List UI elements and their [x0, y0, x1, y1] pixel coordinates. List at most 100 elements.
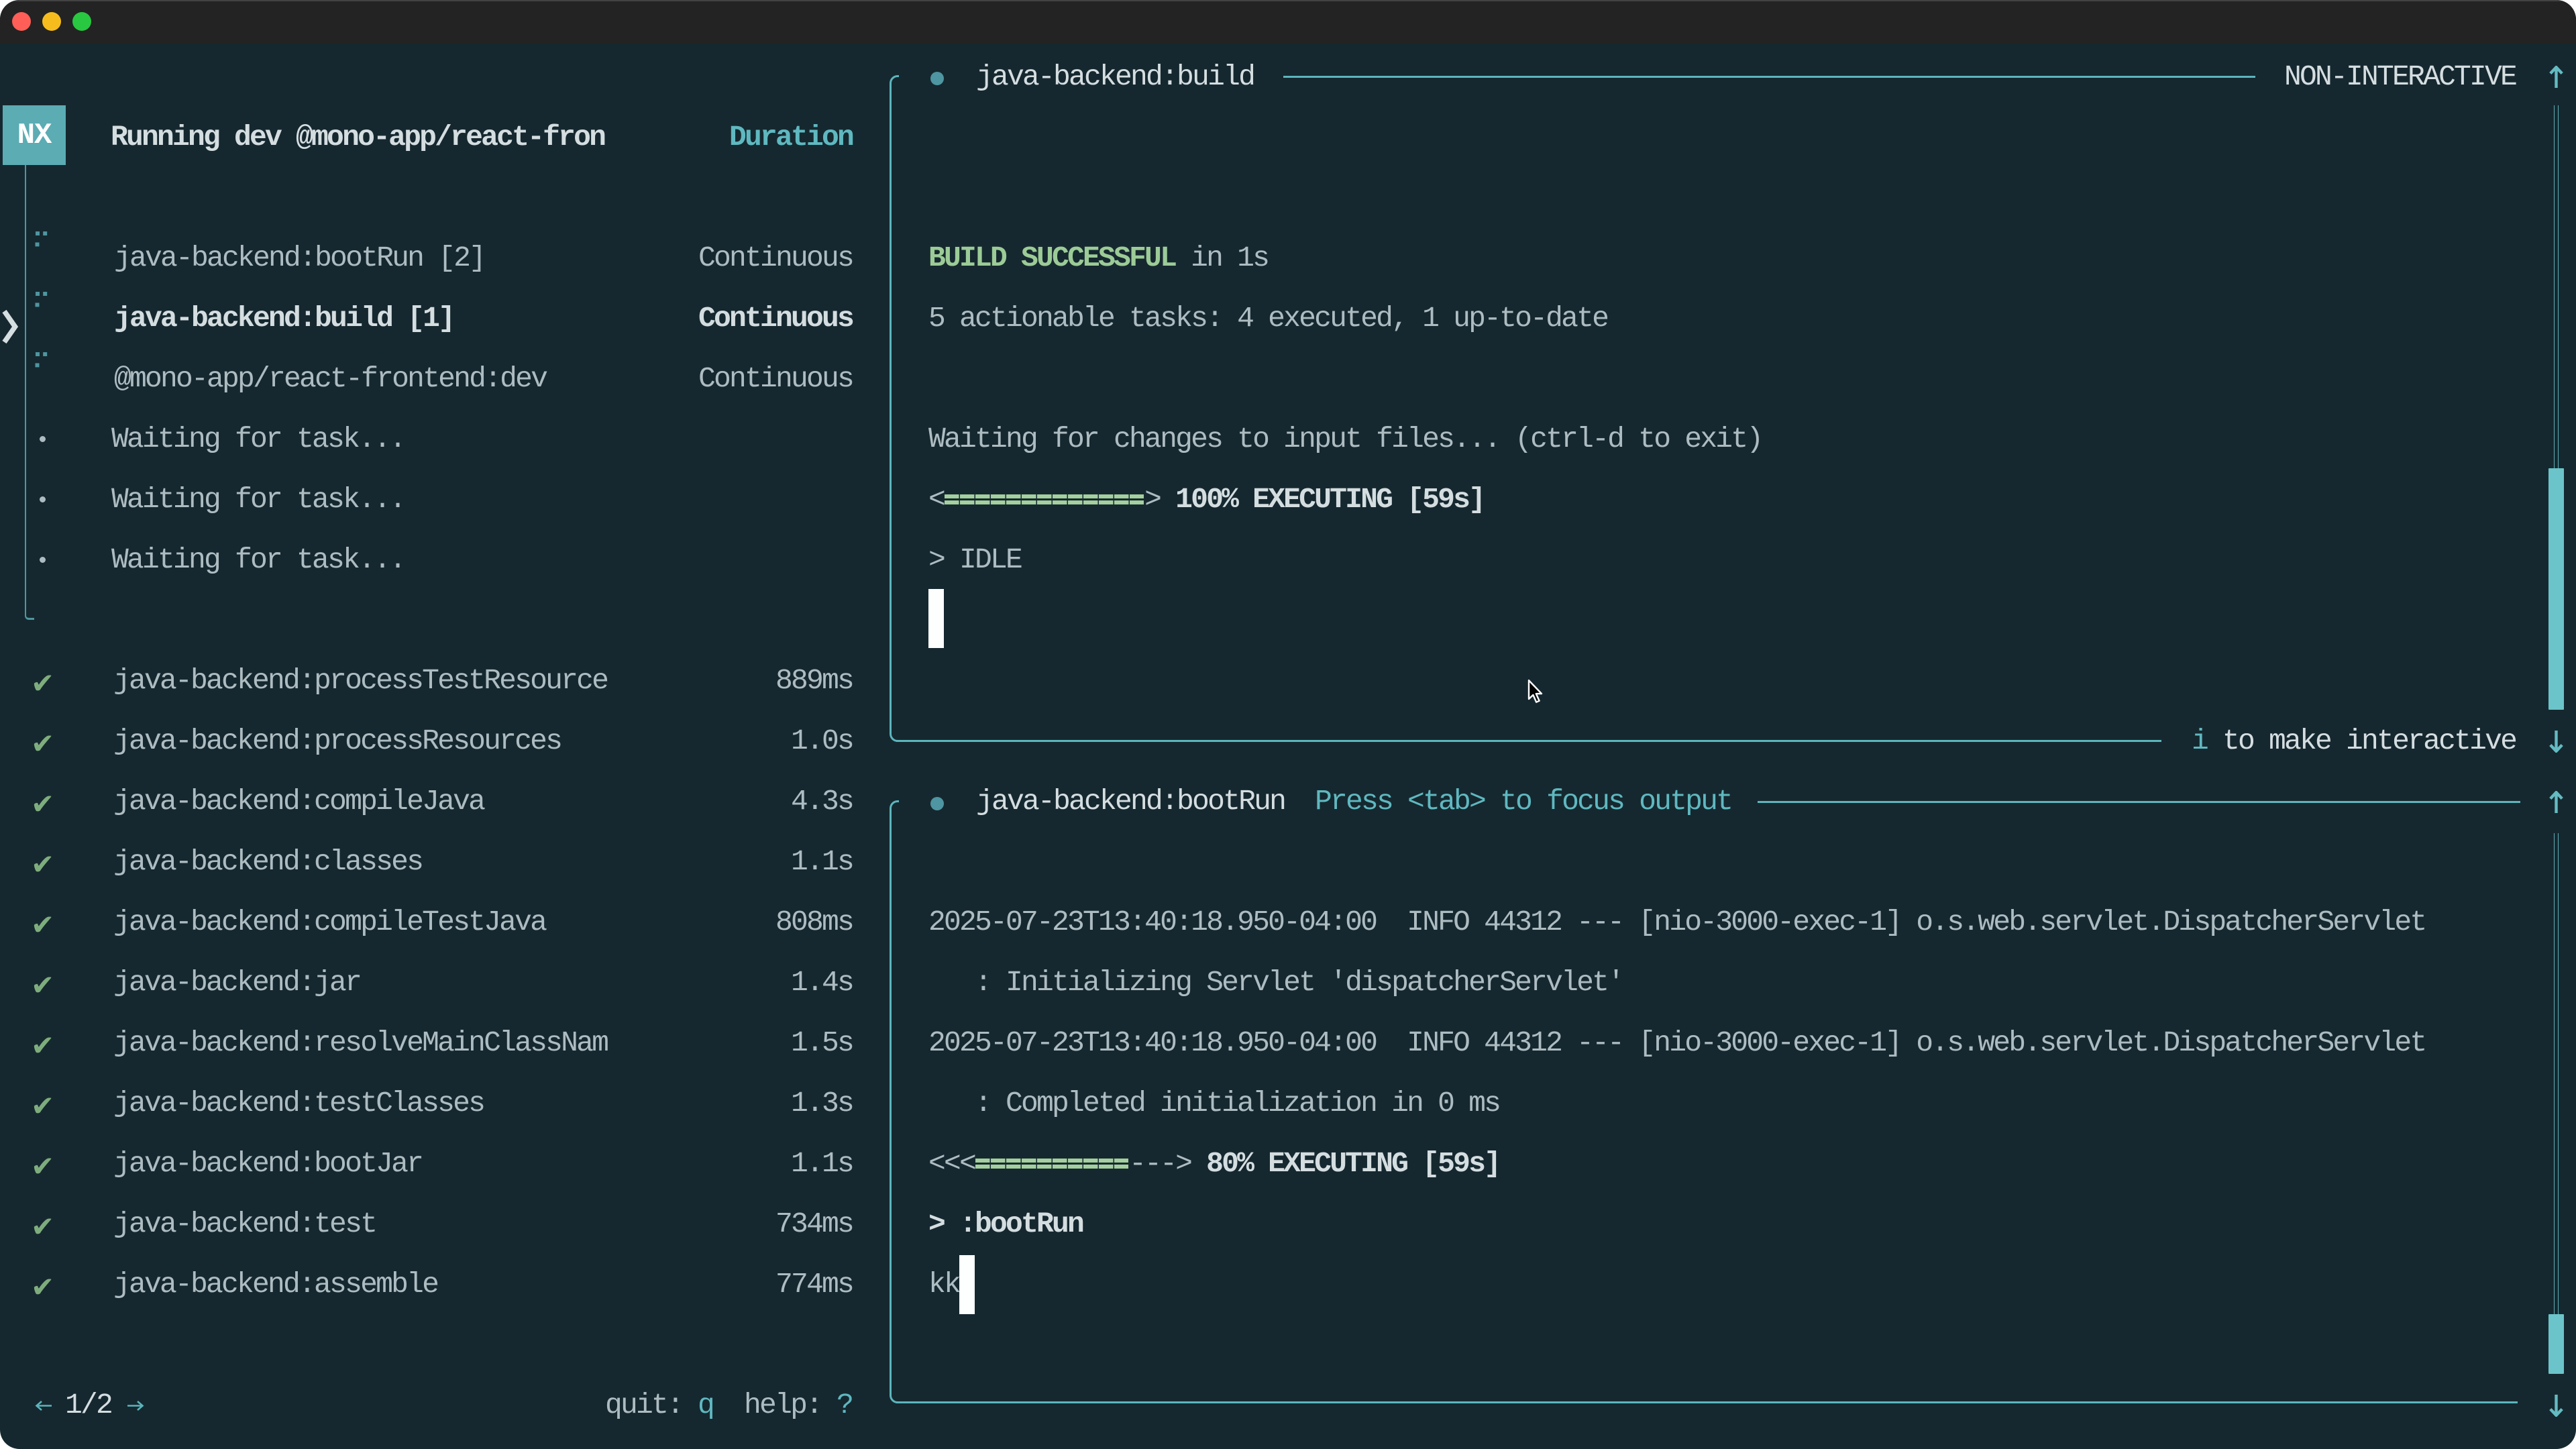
task-row[interactable]: java-backend:processTestResource — [113, 651, 607, 711]
check-icon: ✔ — [31, 955, 54, 1016]
task-row[interactable]: java-backend:compileJava — [113, 771, 484, 832]
log-line: 2025-07-23T13:40:18.950-04:00 INFO 44312… — [928, 1013, 2425, 1073]
task-status: Continuous — [698, 288, 853, 349]
task-row[interactable]: java-backend:resolveMainClassNam — [113, 1013, 607, 1073]
scrollbar-thumb[interactable] — [2548, 1314, 2564, 1374]
task-duration: 1.3s — [791, 1073, 853, 1134]
spinner-icon — [36, 231, 40, 235]
check-icon: ✔ — [31, 1136, 54, 1197]
page-indicator: 1/2 — [65, 1375, 111, 1436]
task-row-selected[interactable]: java-backend:build [1] — [114, 288, 453, 349]
scrollbar-track[interactable] — [2554, 833, 2559, 1314]
task-duration: 1.5s — [791, 1013, 853, 1073]
task-row[interactable]: java-backend:classes — [113, 832, 422, 892]
scrollbar-track[interactable] — [2554, 105, 2559, 468]
check-icon: ✔ — [31, 1257, 54, 1318]
task-row[interactable]: java-backend:processResources — [113, 711, 561, 771]
task-duration: 1.0s — [791, 711, 853, 771]
scroll-down-icon[interactable] — [2549, 730, 2563, 753]
task-status: Continuous — [698, 349, 853, 409]
spinner-icon — [36, 352, 40, 356]
task-duration: 1.4s — [791, 953, 853, 1013]
nx-logo: NX — [3, 105, 66, 165]
panel-title: java-backend:bootRun — [976, 771, 1285, 832]
bar-label: 80% EXECUTING [59s] — [1191, 1147, 1499, 1180]
panel-title: java-backend:build — [976, 47, 1254, 107]
progress-bar-100: <=============> 100% EXECUTING [59s] — [928, 470, 1484, 530]
task-row[interactable]: java-backend:compileTestJava — [113, 892, 545, 953]
check-icon: ✔ — [31, 1016, 54, 1076]
selected-caret-icon — [1, 309, 19, 344]
scroll-up-icon[interactable] — [2549, 791, 2563, 814]
tasks-summary-line: 5 actionable tasks: 4 executed, 1 up-to-… — [928, 288, 1607, 349]
check-icon: ✔ — [31, 1076, 54, 1136]
terminal-cursor — [928, 589, 944, 648]
task-group-bracket — [25, 165, 34, 620]
log-line: : Completed initialization in 0 ms — [928, 1073, 1499, 1134]
task-dot-icon — [930, 797, 944, 810]
log-line: 2025-07-23T13:40:18.950-04:00 INFO 44312… — [928, 892, 2425, 953]
scroll-up-icon[interactable] — [2549, 66, 2563, 89]
bar-close-bracket: > — [1144, 483, 1160, 516]
bar-label: 100% EXECUTING [59s] — [1160, 483, 1484, 516]
check-icon: ✔ — [31, 1197, 54, 1257]
task-dot-icon — [930, 72, 944, 85]
help-key[interactable]: ? — [837, 1389, 852, 1421]
spinner-icon — [36, 292, 40, 296]
bar-fill: ============= — [944, 470, 1144, 530]
help-label: help: — [713, 1389, 837, 1421]
terminal-window: NX Running dev @mono-app/react-fron Dura… — [0, 0, 2576, 1449]
nx-logo-text: NX — [17, 119, 52, 152]
waiting-line: Waiting for changes to input files... (c… — [928, 409, 1762, 470]
panel-bottom-line — [896, 1401, 2518, 1403]
bar-open-bracket: <<< — [928, 1147, 975, 1180]
panel-border — [890, 75, 899, 742]
task-duration: 734ms — [775, 1194, 853, 1254]
focus-hint: Press <tab> to focus output — [1315, 771, 1731, 832]
quit-key[interactable]: q — [698, 1389, 713, 1421]
build-success-text: BUILD SUCCESSFUL — [928, 241, 1175, 274]
check-icon: ✔ — [31, 774, 54, 835]
pending-dot-icon — [40, 436, 46, 442]
task-duration: 1.1s — [791, 1134, 853, 1194]
build-success-suffix: in 1s — [1175, 241, 1268, 274]
interactive-hint: i to make interactive — [2192, 711, 2516, 771]
panel-title-line — [1283, 76, 2255, 78]
duration-column-header: Duration — [729, 107, 853, 168]
panel-bottom-line — [896, 740, 2161, 742]
task-row[interactable]: java-backend:assemble — [113, 1254, 437, 1315]
panel-title-line — [1758, 801, 2520, 803]
task-row[interactable]: java-backend:test — [113, 1194, 376, 1254]
build-result-line: BUILD SUCCESSFUL in 1s — [928, 228, 1268, 288]
bar-dashes: ---> — [1129, 1147, 1191, 1180]
task-duration: 808ms — [775, 892, 853, 953]
check-icon: ✔ — [31, 653, 54, 714]
task-row[interactable]: java-backend:bootJar — [113, 1134, 422, 1194]
task-duration: 774ms — [775, 1254, 853, 1315]
input-line[interactable]: kk — [928, 1254, 959, 1315]
task-row[interactable]: Waiting for task... — [111, 530, 405, 590]
task-row[interactable]: java-backend:testClasses — [113, 1073, 484, 1134]
page-next-icon[interactable] — [126, 1400, 144, 1411]
task-status: Continuous — [698, 228, 853, 288]
bar-fill: ========== — [975, 1134, 1129, 1194]
idle-line: > IDLE — [928, 530, 1021, 590]
mouse-cursor — [1527, 679, 1543, 704]
pending-dot-icon — [40, 496, 46, 502]
list-title: Running dev @mono-app/react-fron — [111, 107, 604, 168]
task-duration: 889ms — [775, 651, 853, 711]
task-row[interactable]: java-backend:jar — [113, 953, 360, 1013]
bar-open-bracket: < — [928, 483, 944, 516]
pending-dot-icon — [40, 557, 46, 563]
scroll-down-icon[interactable] — [2549, 1394, 2563, 1417]
task-row[interactable]: Waiting for task... — [111, 470, 405, 530]
task-duration: 1.1s — [791, 832, 853, 892]
command-line: > :bootRun — [928, 1194, 1083, 1254]
page-prev-icon[interactable] — [35, 1400, 53, 1411]
task-row[interactable]: Waiting for task... — [111, 409, 405, 470]
interactive-key[interactable]: i — [2192, 724, 2207, 757]
task-row[interactable]: java-backend:bootRun [2] — [114, 228, 484, 288]
task-row[interactable]: @mono-app/react-frontend:dev — [114, 349, 546, 409]
scrollbar-thumb[interactable] — [2548, 468, 2564, 710]
terminal-cursor — [959, 1255, 975, 1314]
